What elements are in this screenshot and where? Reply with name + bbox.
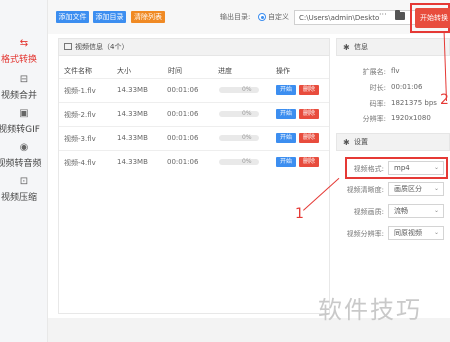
row-delete-button[interactable]: 删除 (299, 157, 319, 167)
table-row: 视频-1.flv 14.33MB 00:01:06 0% 开始 删除 (59, 78, 329, 100)
table-row: 视频-4.flv 14.33MB 00:01:06 0% 开始 删除 (59, 150, 329, 172)
video-resolution-label: 视频分辨率: (346, 230, 384, 238)
image-icon (64, 43, 72, 50)
info-panel-title: 信息 (354, 43, 368, 51)
progress-bar (219, 159, 259, 165)
watermark: 软件技巧 (318, 296, 422, 324)
custom-radio[interactable] (258, 13, 266, 21)
chevron-down-icon: ⌄ (433, 207, 439, 214)
file-name: 视频-3.flv (64, 135, 96, 143)
custom-radio-label: 自定义 (268, 13, 289, 21)
table-row: 视频-3.flv 14.33MB 00:01:06 0% 开始 删除 (59, 126, 329, 148)
sidebar-item-video-to-gif[interactable]: ▣ 视频转GIF (0, 108, 48, 135)
add-file-button[interactable]: 添加文件 (56, 11, 89, 23)
folder-icon[interactable] (395, 10, 405, 20)
resolution-value: 1920x1080 (391, 114, 431, 122)
quality-select[interactable]: 流畅 ⌄ (388, 204, 444, 218)
row-delete-button[interactable]: 删除 (299, 133, 319, 143)
toolbar: 添加文件 添加目录 清除列表 输出目录: 自定义 ··· (48, 0, 450, 34)
sidebar-item-video-compress[interactable]: ⊡ 视频压缩 (0, 176, 48, 203)
gif-icon: ▣ (19, 108, 29, 119)
file-time: 00:01:06 (167, 86, 199, 94)
quality-label: 视频画质: (353, 208, 384, 216)
file-panel-title: 视频信息（4个） (75, 43, 129, 51)
audio-icon: ◉ (19, 142, 29, 153)
col-header-actions: 操作 (276, 67, 290, 75)
settings-panel-header: ✱ 设置 (336, 133, 450, 151)
clarity-label: 视频清晰度: (346, 186, 384, 194)
progress-text: 0% (242, 110, 252, 117)
file-size: 14.33MB (117, 110, 148, 118)
annotation-step-2: 2 (440, 92, 449, 108)
col-header-name: 文件名称 (64, 67, 92, 75)
add-folder-button[interactable]: 添加目录 (93, 11, 126, 23)
output-dir-label: 输出目录: (220, 13, 251, 21)
chevron-down-icon: ⌄ (433, 229, 439, 236)
file-name: 视频-2.flv (64, 111, 96, 119)
row-delete-button[interactable]: 删除 (299, 109, 319, 119)
ext-label: 扩展名: (362, 68, 386, 76)
row-start-button[interactable]: 开始 (276, 85, 296, 95)
progress-bar (219, 111, 259, 117)
bitrate-label: 码率: (369, 100, 386, 108)
sidebar-item-video-to-audio[interactable]: ◉ 视频转音频 (0, 142, 48, 169)
settings-panel-title: 设置 (354, 138, 368, 146)
progress-text: 0% (242, 86, 252, 93)
col-header-size: 大小 (117, 67, 131, 75)
file-panel-header: 视频信息（4个） (58, 38, 330, 56)
progress-text: 0% (242, 134, 252, 141)
quality-select-value: 流畅 (394, 207, 408, 215)
sidebar-item-label: 视频压缩 (0, 193, 37, 203)
progress-bar (219, 135, 259, 141)
file-size: 14.33MB (117, 86, 148, 94)
bitrate-value: 1821375 bps (391, 99, 437, 107)
format-highlight (345, 157, 448, 179)
sidebar-item-video-merge[interactable]: ⊟ 视频合并 (0, 74, 48, 101)
row-delete-button[interactable]: 删除 (299, 85, 319, 95)
row-start-button[interactable]: 开始 (276, 133, 296, 143)
progress-bar (219, 87, 259, 93)
clear-list-button[interactable]: 清除列表 (131, 11, 165, 23)
resolution-label: 分辨率: (362, 115, 386, 123)
file-name: 视频-1.flv (64, 87, 96, 95)
file-time: 00:01:06 (167, 110, 199, 118)
start-convert-highlight: 开始转换 (410, 3, 450, 33)
file-time: 00:01:06 (167, 134, 199, 142)
file-size: 14.33MB (117, 158, 148, 166)
sidebar-item-label: 格式转换 (0, 55, 37, 65)
clarity-select-value: 画质区分 (394, 185, 422, 193)
start-convert-button[interactable]: 开始转换 (415, 8, 450, 28)
col-header-time: 时间 (168, 67, 182, 75)
more-options-button[interactable]: ··· (379, 10, 387, 19)
video-resolution-select-value: 同原视频 (394, 229, 422, 237)
ext-value: flv (391, 67, 400, 75)
sidebar-item-label: 视频转GIF (0, 125, 40, 135)
table-row: 视频-2.flv 14.33MB 00:01:06 0% 开始 删除 (59, 102, 329, 124)
duration-label: 时长: (369, 84, 386, 92)
convert-icon: ⇆ (19, 38, 29, 49)
file-size: 14.33MB (117, 134, 148, 142)
sidebar-item-label: 视频转音频 (0, 159, 42, 169)
video-resolution-select[interactable]: 同原视频 ⌄ (388, 226, 444, 240)
sidebar-item-format-convert[interactable]: ⇆ 格式转换 (0, 38, 48, 65)
col-header-progress: 进度 (218, 67, 232, 75)
clarity-select[interactable]: 画质区分 ⌄ (388, 182, 444, 196)
file-name: 视频-4.flv (64, 159, 96, 167)
progress-text: 0% (242, 158, 252, 165)
row-start-button[interactable]: 开始 (276, 109, 296, 119)
merge-icon: ⊟ (19, 74, 29, 85)
file-time: 00:01:06 (167, 158, 199, 166)
duration-value: 00:01:06 (391, 83, 423, 91)
gear-icon: ✱ (343, 43, 350, 52)
annotation-step-1: 1 (295, 206, 304, 222)
compress-icon: ⊡ (19, 176, 29, 187)
sidebar: ⇆ 格式转换 ⊟ 视频合并 ▣ 视频转GIF ◉ 视频转音频 ⊡ 视频压缩 (0, 0, 48, 342)
gear-icon: ✱ (343, 138, 350, 147)
sidebar-item-label: 视频合并 (0, 91, 37, 101)
info-panel-header: ✱ 信息 (336, 38, 450, 56)
row-start-button[interactable]: 开始 (276, 157, 296, 167)
chevron-down-icon: ⌄ (433, 185, 439, 192)
